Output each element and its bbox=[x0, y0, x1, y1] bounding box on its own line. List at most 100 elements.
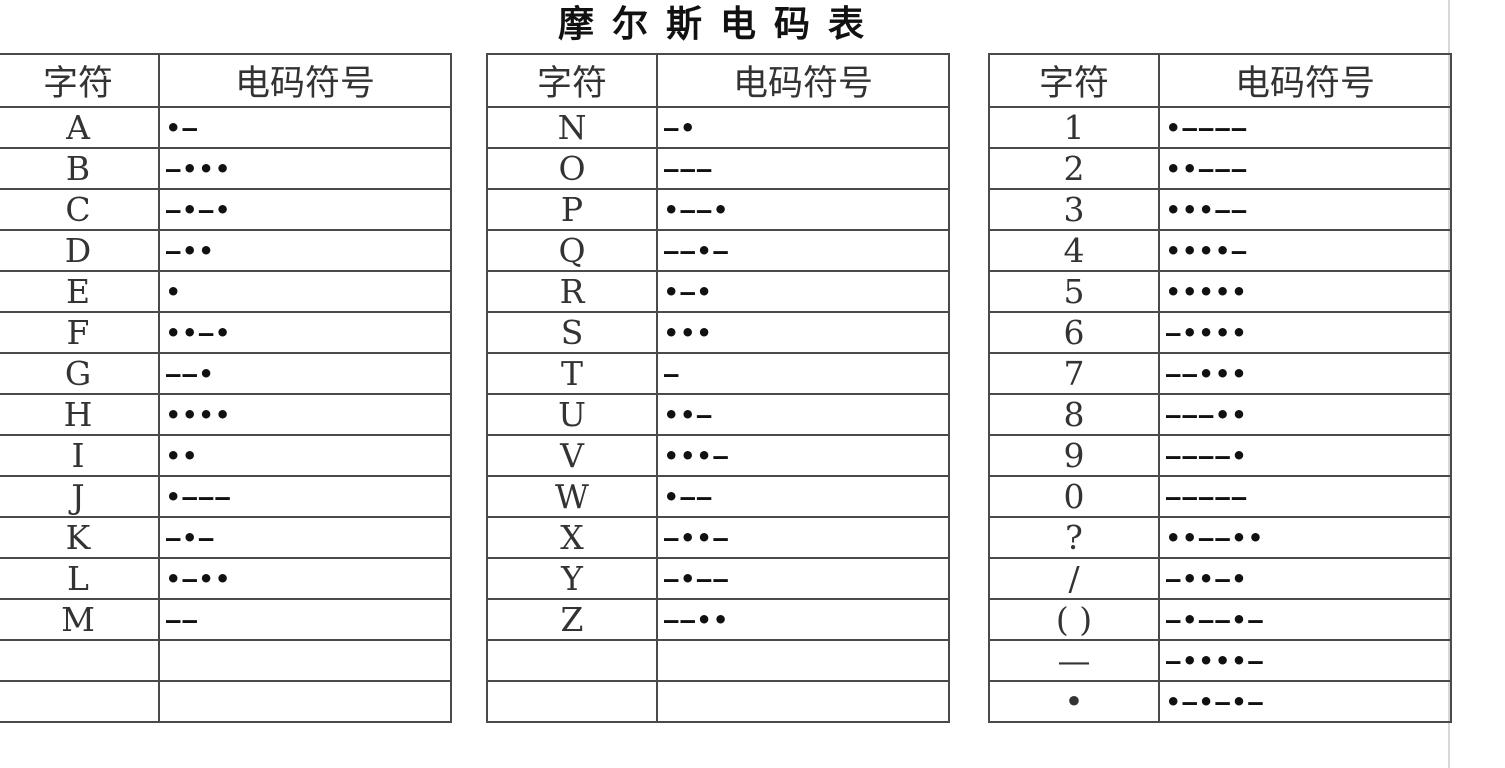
table-row: C —•—• bbox=[0, 188, 452, 231]
morse-code-cell: ——• bbox=[158, 352, 452, 395]
char-cell: X bbox=[486, 516, 658, 559]
char-cell: I bbox=[0, 434, 160, 477]
char-cell: — bbox=[988, 639, 1160, 682]
table-row: G ——• bbox=[0, 352, 452, 395]
morse-code-cell bbox=[158, 680, 452, 723]
morse-code-cell: ——•— bbox=[656, 229, 950, 272]
morse-code-cell: ••• bbox=[656, 311, 950, 354]
morse-code-cell: ••——•• bbox=[1158, 516, 1452, 559]
morse-code-cell: •———— bbox=[1158, 106, 1452, 149]
char-cell: 4 bbox=[988, 229, 1160, 272]
table-row: 9 ————• bbox=[988, 434, 1452, 477]
table-row: 1 •———— bbox=[988, 106, 1452, 149]
morse-code-cell: ——••• bbox=[1158, 352, 1452, 395]
char-cell: F bbox=[0, 311, 160, 354]
char-cell: A bbox=[0, 106, 160, 149]
morse-code-cell: —•• bbox=[158, 229, 452, 272]
table-header-row: 字符 电码符号 bbox=[486, 53, 950, 108]
char-cell bbox=[0, 680, 160, 723]
morse-code-cell: •••—— bbox=[1158, 188, 1452, 231]
char-cell: H bbox=[0, 393, 160, 436]
char-cell: 6 bbox=[988, 311, 1160, 354]
table-row: Z ——•• bbox=[486, 598, 950, 641]
table-row: M —— bbox=[0, 598, 452, 641]
char-cell: K bbox=[0, 516, 160, 559]
char-cell: • bbox=[988, 680, 1160, 723]
morse-code-cell: •—• bbox=[656, 270, 950, 313]
table-row: 8 ———•• bbox=[988, 393, 1452, 436]
char-cell: D bbox=[0, 229, 160, 272]
table-row: E • bbox=[0, 270, 452, 313]
char-cell: 9 bbox=[988, 434, 1160, 477]
morse-code-cell: —•—• bbox=[158, 188, 452, 231]
char-cell: ? bbox=[988, 516, 1160, 559]
morse-code-cell: ————• bbox=[1158, 434, 1452, 477]
char-cell: V bbox=[486, 434, 658, 477]
table-row: L •—•• bbox=[0, 557, 452, 600]
morse-code-cell: • bbox=[158, 270, 452, 313]
table-row: Y —•—— bbox=[486, 557, 950, 600]
char-cell: G bbox=[0, 352, 160, 395]
char-cell: 3 bbox=[988, 188, 1160, 231]
morse-code-cell: •••— bbox=[656, 434, 950, 477]
table-row: 5 ••••• bbox=[988, 270, 1452, 313]
morse-code-cell: •—•• bbox=[158, 557, 452, 600]
morse-code-cell: —••••— bbox=[1158, 639, 1452, 682]
table-row: Q ——•— bbox=[486, 229, 950, 272]
table-row: T — bbox=[486, 352, 950, 395]
table-row: D —•• bbox=[0, 229, 452, 272]
morse-code-cell: •••• bbox=[158, 393, 452, 436]
table-row: O ——— bbox=[486, 147, 950, 190]
morse-code-cell: —•—— bbox=[656, 557, 950, 600]
table-row: J •——— bbox=[0, 475, 452, 518]
char-cell: B bbox=[0, 147, 160, 190]
morse-code-cell: •——• bbox=[656, 188, 950, 231]
char-cell: 0 bbox=[988, 475, 1160, 518]
char-cell: W bbox=[486, 475, 658, 518]
char-cell: J bbox=[0, 475, 160, 518]
char-cell: L bbox=[0, 557, 160, 600]
table-row: • •—•—•— bbox=[988, 680, 1452, 723]
char-cell: M bbox=[0, 598, 160, 641]
char-cell: Z bbox=[486, 598, 658, 641]
table-row: W •—— bbox=[486, 475, 950, 518]
char-cell bbox=[0, 639, 160, 682]
table-row: 0 ————— bbox=[988, 475, 1452, 518]
morse-code-cell: —••• bbox=[158, 147, 452, 190]
table-row: 4 ••••— bbox=[988, 229, 1452, 272]
morse-code-cell: ————— bbox=[1158, 475, 1452, 518]
table-row: B —••• bbox=[0, 147, 452, 190]
morse-code-cell: ——•• bbox=[656, 598, 950, 641]
morse-code-cell: •— bbox=[158, 106, 452, 149]
char-cell bbox=[486, 639, 658, 682]
morse-code-cell: —•——•— bbox=[1158, 598, 1452, 641]
char-cell: N bbox=[486, 106, 658, 149]
char-cell: ( ) bbox=[988, 598, 1160, 641]
morse-code-cell bbox=[158, 639, 452, 682]
char-cell: T bbox=[486, 352, 658, 395]
morse-table-letters-n-z: 字符 电码符号 N —• O ——— P •——• Q ——•— R •—• S ••• T — U ••— V… bbox=[486, 53, 950, 723]
morse-table-letters-a-m: 字符 电码符号 A •— B —••• C —•—• D —•• E • F ••—• G ——• H •••… bbox=[0, 53, 452, 723]
table-row: 6 —•••• bbox=[988, 311, 1452, 354]
table-row: V •••— bbox=[486, 434, 950, 477]
table-row: S ••• bbox=[486, 311, 950, 354]
char-cell: 8 bbox=[988, 393, 1160, 436]
table-row bbox=[486, 639, 950, 682]
table-row: K —•— bbox=[0, 516, 452, 559]
morse-code-cell: — bbox=[656, 352, 950, 395]
table-row: — —••••— bbox=[988, 639, 1452, 682]
table-row bbox=[0, 639, 452, 682]
table-header-row: 字符 电码符号 bbox=[0, 53, 452, 108]
morse-code-cell: —••—• bbox=[1158, 557, 1452, 600]
char-cell: 5 bbox=[988, 270, 1160, 313]
table-row: 7 ——••• bbox=[988, 352, 1452, 395]
char-cell: 1 bbox=[988, 106, 1160, 149]
table-row: ? ••——•• bbox=[988, 516, 1452, 559]
table-row: 2 ••——— bbox=[988, 147, 1452, 190]
morse-code-cell: •• bbox=[158, 434, 452, 477]
char-column-header: 字符 bbox=[486, 53, 658, 108]
morse-code-cell: —• bbox=[656, 106, 950, 149]
morse-code-cell: ———•• bbox=[1158, 393, 1452, 436]
char-cell: S bbox=[486, 311, 658, 354]
table-row: R •—• bbox=[486, 270, 950, 313]
